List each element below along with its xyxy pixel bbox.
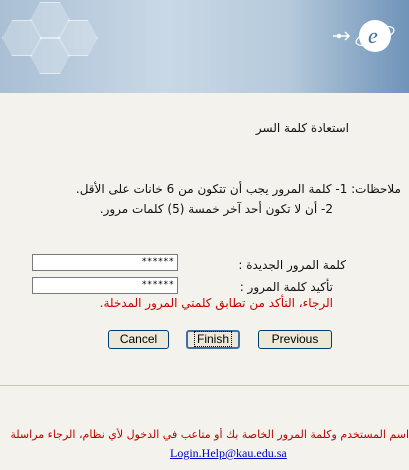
password-notes: ملاحظات: 1- كلمة المرور يجب أن تتكون من … [6,179,401,219]
confirm-password-field[interactable]: ****** [32,277,178,294]
header-banner: e [0,0,409,93]
svg-text:e: e [368,23,378,48]
previous-button[interactable]: Previous [258,330,332,349]
note-line-1: ملاحظات: 1- كلمة المرور يجب أن تتكون من … [75,182,401,196]
finish-button[interactable]: Finish [186,330,240,349]
new-password-field[interactable]: ****** [32,254,178,271]
cancel-button[interactable]: Cancel [108,330,169,349]
page-title: استعادة كلمة السر [255,121,349,135]
e-logo-icon: e [333,20,395,52]
help-email-link[interactable]: Login.Help@kau.edu.sa [170,446,287,461]
note-line-2: 2- أن لا تكون أحد آخر خمسة (5) كلمات مرو… [99,202,333,216]
new-password-label: كلمة المرور الجديدة : [238,258,346,272]
confirm-password-label: تأكيد كلمة المرور : [239,280,333,294]
password-mismatch-warning: الرجاء، التأكد من تطابق كلمتي المرور الم… [99,296,333,310]
footer: اسم المستخدم وكلمة المرور الخاصة بك أو م… [0,385,409,470]
help-message: اسم المستخدم وكلمة المرور الخاصة بك أو م… [10,428,409,441]
finish-button-label: Finish [193,331,232,347]
